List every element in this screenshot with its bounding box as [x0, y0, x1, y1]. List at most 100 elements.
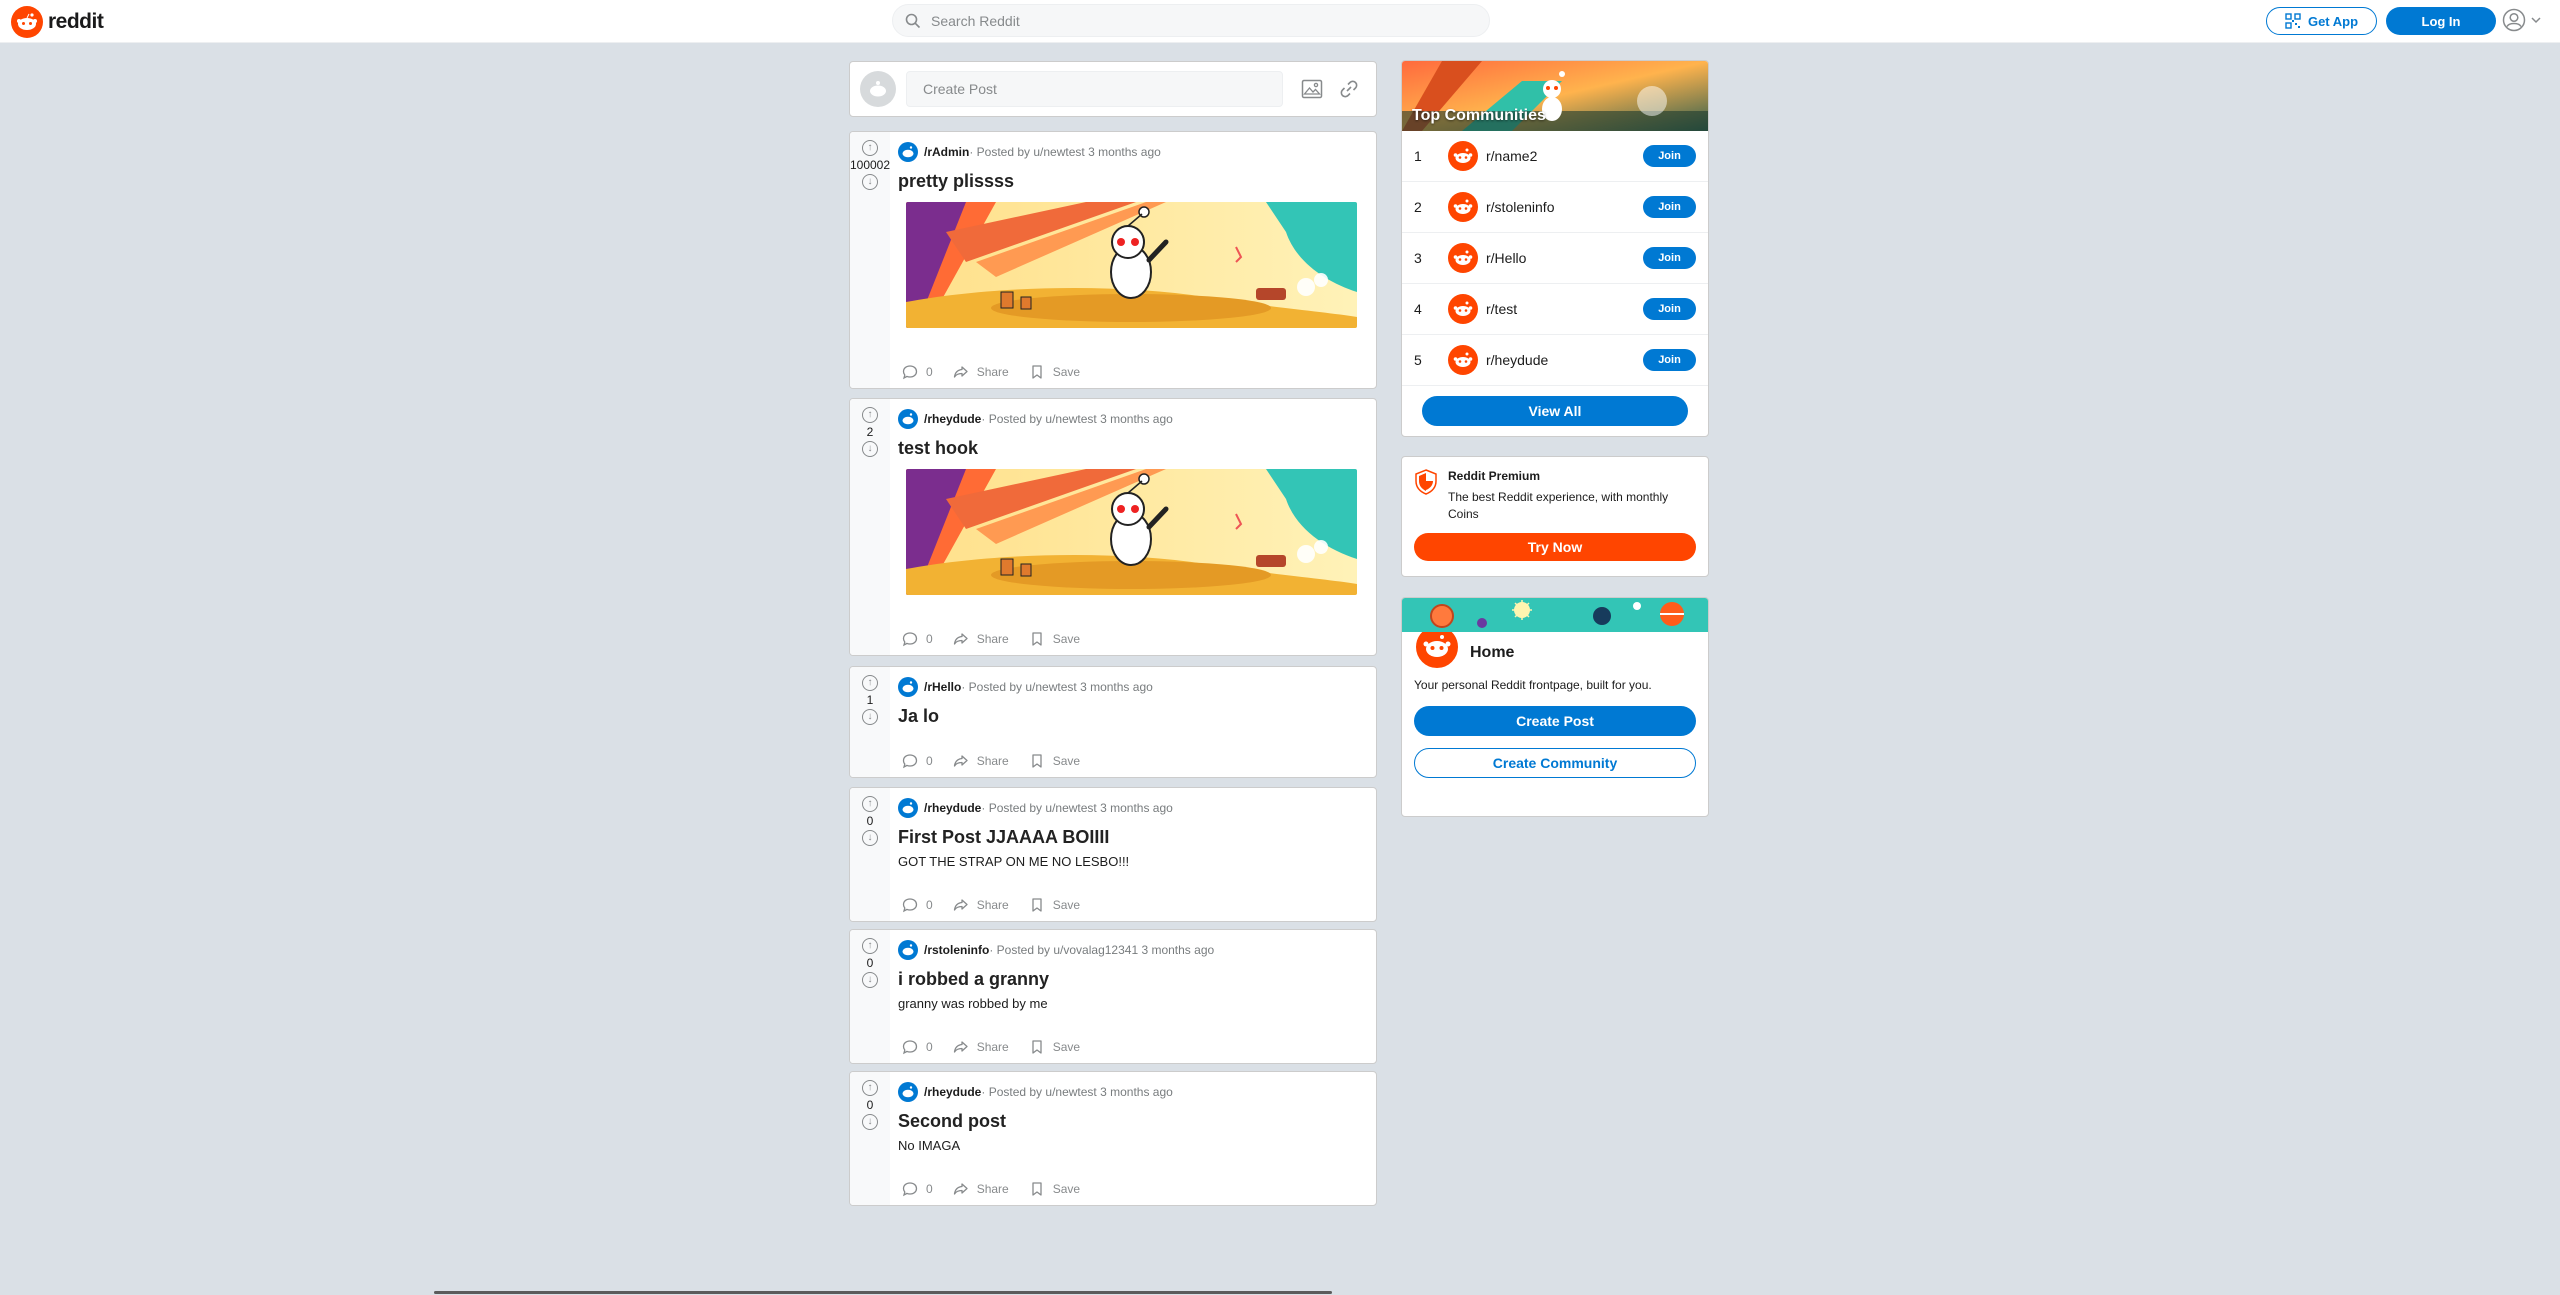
post-title[interactable]: pretty plissss — [898, 170, 1368, 192]
upvote-icon[interactable]: ↑ — [862, 407, 878, 423]
search-bar[interactable] — [892, 4, 1490, 37]
downvote-icon[interactable]: ↓ — [862, 1114, 878, 1130]
community-snoo-icon — [1448, 192, 1478, 222]
downvote-icon[interactable]: ↓ — [862, 709, 878, 725]
upvote-icon[interactable]: ↑ — [862, 796, 878, 812]
post-body: /rheydude · Posted by u/newtest 3 months… — [898, 409, 1368, 595]
community-name[interactable]: r/name2 — [1486, 148, 1643, 164]
try-now-button[interactable]: Try Now — [1414, 533, 1696, 561]
join-button[interactable]: Join — [1643, 247, 1696, 269]
subreddit-name[interactable]: /rheydude — [924, 1085, 981, 1099]
search-input[interactable] — [931, 12, 1471, 29]
comments-button[interactable]: 0 — [902, 364, 933, 380]
image-upload-icon[interactable] — [1301, 79, 1323, 99]
subreddit-name[interactable]: /rheydude — [924, 801, 981, 815]
downvote-icon[interactable]: ↓ — [862, 441, 878, 457]
get-app-label: Get App — [2307, 13, 2359, 29]
subreddit-icon[interactable] — [898, 142, 918, 162]
post-title[interactable]: Second post — [898, 1110, 1368, 1132]
share-label: Share — [976, 898, 1009, 912]
save-button[interactable]: Save — [1029, 753, 1080, 769]
community-row[interactable]: 4 r/test Join — [1402, 284, 1708, 335]
create-post-input[interactable]: Create Post — [906, 71, 1283, 107]
post-title[interactable]: Ja lo — [898, 705, 1368, 727]
community-name[interactable]: r/test — [1486, 301, 1643, 317]
upvote-icon[interactable]: ↑ — [862, 1080, 878, 1096]
downvote-icon[interactable]: ↓ — [862, 972, 878, 988]
join-button[interactable]: Join — [1643, 145, 1696, 167]
upvote-icon[interactable]: ↑ — [862, 140, 878, 156]
share-button[interactable]: Share — [953, 753, 1009, 769]
comments-button[interactable]: 0 — [902, 897, 933, 913]
save-button[interactable]: Save — [1029, 897, 1080, 913]
upvote-icon[interactable]: ↑ — [862, 938, 878, 954]
save-label: Save — [1052, 365, 1081, 379]
upvote-icon[interactable]: ↑ — [862, 675, 878, 691]
share-button[interactable]: Share — [953, 364, 1009, 380]
subreddit-name[interactable]: /rheydude — [924, 412, 981, 426]
post-card[interactable]: ↑ 1 ↓ /rHello · Posted by u/newtest 3 mo… — [849, 666, 1377, 778]
home-create-post-button[interactable]: Create Post — [1414, 706, 1696, 736]
share-button[interactable]: Share — [953, 631, 1009, 647]
create-community-button[interactable]: Create Community — [1414, 748, 1696, 778]
view-all-button[interactable]: View All — [1422, 396, 1688, 426]
subreddit-icon[interactable] — [898, 409, 918, 429]
community-row[interactable]: 3 r/Hello Join — [1402, 233, 1708, 284]
post-byline: · Posted by u/newtest 3 months ago — [981, 1085, 1173, 1099]
community-row[interactable]: 5 r/heydude Join — [1402, 335, 1708, 386]
user-avatar[interactable] — [860, 71, 896, 107]
post-body: /rstoleninfo · Posted by u/vovalag12341 … — [898, 940, 1368, 1011]
share-button[interactable]: Share — [953, 897, 1009, 913]
comments-button[interactable]: 0 — [902, 631, 933, 647]
join-button[interactable]: Join — [1643, 349, 1696, 371]
post-card[interactable]: ↑ 0 ↓ /rheydude · Posted by u/newtest 3 … — [849, 1071, 1377, 1206]
community-row[interactable]: 2 r/stoleninfo Join — [1402, 182, 1708, 233]
home-description: Your personal Reddit frontpage, built fo… — [1414, 678, 1652, 692]
comments-button[interactable]: 0 — [902, 1181, 933, 1197]
post-card[interactable]: ↑ 100002 ↓ /rAdmin · Posted by u/newtest… — [849, 131, 1377, 389]
save-button[interactable]: Save — [1029, 631, 1080, 647]
post-card[interactable]: ↑ 0 ↓ /rheydude · Posted by u/newtest 3 … — [849, 787, 1377, 922]
user-menu-dropdown[interactable] — [2502, 8, 2542, 32]
create-post-placeholder: Create Post — [923, 81, 997, 97]
post-title[interactable]: i robbed a granny — [898, 968, 1368, 990]
subreddit-name[interactable]: /rAdmin — [924, 145, 969, 159]
post-image[interactable] — [906, 469, 1357, 595]
reddit-premium-card: Reddit Premium The best Reddit experienc… — [1401, 456, 1709, 577]
subreddit-name[interactable]: /rstoleninfo — [924, 943, 989, 957]
downvote-icon[interactable]: ↓ — [862, 830, 878, 846]
subreddit-icon[interactable] — [898, 798, 918, 818]
post-title[interactable]: test hook — [898, 437, 1368, 459]
share-button[interactable]: Share — [953, 1181, 1009, 1197]
community-name[interactable]: r/heydude — [1486, 352, 1643, 368]
join-button[interactable]: Join — [1643, 196, 1696, 218]
community-row[interactable]: 1 r/name2 Join — [1402, 131, 1708, 182]
community-name[interactable]: r/stoleninfo — [1486, 199, 1643, 215]
get-app-button[interactable]: Get App — [2266, 7, 2377, 35]
vote-count: 1 — [866, 693, 874, 707]
subreddit-name[interactable]: /rHello — [924, 680, 961, 694]
share-button[interactable]: Share — [953, 1039, 1009, 1055]
community-name[interactable]: r/Hello — [1486, 250, 1643, 266]
share-label: Share — [976, 1182, 1009, 1196]
post-title[interactable]: First Post JJAAAA BOIIII — [898, 826, 1368, 848]
post-card[interactable]: ↑ 0 ↓ /rstoleninfo · Posted by u/vovalag… — [849, 929, 1377, 1064]
save-button[interactable]: Save — [1029, 1039, 1080, 1055]
share-icon — [953, 1183, 968, 1195]
subreddit-icon[interactable] — [898, 1082, 918, 1102]
save-button[interactable]: Save — [1029, 364, 1080, 380]
post-card[interactable]: ↑ 2 ↓ /rheydude · Posted by u/newtest 3 … — [849, 398, 1377, 656]
link-icon[interactable] — [1339, 79, 1359, 99]
post-image[interactable] — [906, 202, 1357, 328]
subreddit-icon[interactable] — [898, 677, 918, 697]
subreddit-icon[interactable] — [898, 940, 918, 960]
reddit-logo[interactable]: reddit — [11, 6, 104, 38]
save-button[interactable]: Save — [1029, 1181, 1080, 1197]
horizontal-scrollbar[interactable] — [434, 1291, 1332, 1294]
join-label: Join — [1658, 252, 1681, 264]
comments-button[interactable]: 0 — [902, 753, 933, 769]
log-in-button[interactable]: Log In — [2386, 7, 2496, 35]
join-button[interactable]: Join — [1643, 298, 1696, 320]
comments-button[interactable]: 0 — [902, 1039, 933, 1055]
downvote-icon[interactable]: ↓ — [862, 174, 878, 190]
